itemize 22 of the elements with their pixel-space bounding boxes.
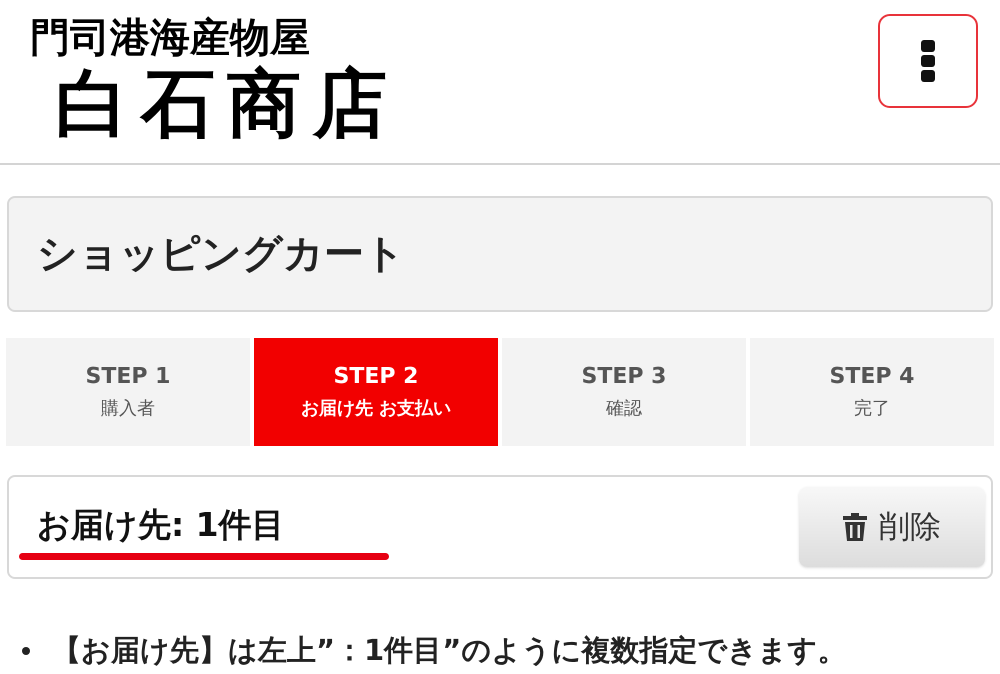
more-icon: [921, 40, 935, 82]
step-tab[interactable]: STEP 1 購入者: [6, 338, 250, 446]
step-caption: 完了: [854, 397, 890, 421]
logo-subtitle: 門司港海産物屋: [30, 14, 311, 62]
step-tab[interactable]: STEP 3 確認: [502, 338, 746, 446]
note-text: 【お届け先】は左上”：1件目”のように複数指定できます。: [52, 632, 846, 669]
step-label: STEP 1: [86, 363, 170, 391]
step-tab[interactable]: STEP 2 お届け先 お支払い: [254, 338, 498, 446]
logo-title: 白石商店: [55, 62, 399, 146]
menu-button[interactable]: [878, 14, 978, 108]
step-label: STEP 3: [582, 363, 666, 391]
step-tab[interactable]: STEP 4 完了: [750, 338, 994, 446]
page-title: ショッピングカート: [7, 196, 993, 312]
step-label: STEP 2: [334, 363, 418, 391]
trash-icon: [843, 513, 867, 541]
step-caption: お届け先 お支払い: [300, 397, 452, 421]
step-caption: 確認: [606, 397, 642, 421]
step-caption: 購入者: [101, 397, 155, 421]
delivery-heading: お届け先: 1件目: [37, 504, 285, 546]
delete-button[interactable]: 削除: [799, 487, 985, 567]
step-label: STEP 4: [830, 363, 914, 391]
bullet-icon: [22, 646, 30, 655]
